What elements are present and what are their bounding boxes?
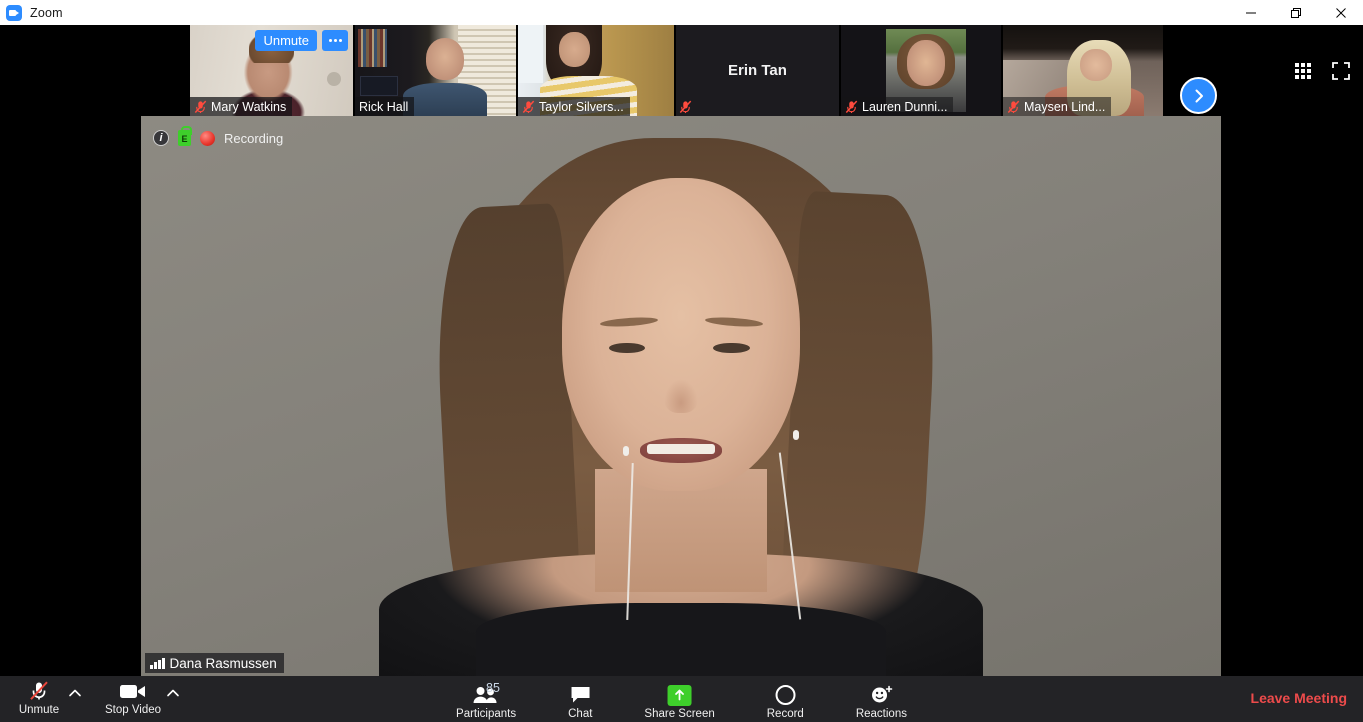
- chevron-up-icon: [69, 689, 81, 697]
- chat-label: Chat: [568, 708, 593, 720]
- chevron-right-icon: [1195, 89, 1203, 102]
- mute-toggle-button[interactable]: Unmute: [10, 676, 68, 716]
- participant-filmstrip: Unmute Mary Watkins Rick Hall Taylor Sil…: [0, 25, 1363, 116]
- window-controls: [1228, 0, 1363, 25]
- participant-tile-lauren-dunning[interactable]: Lauren Dunni...: [841, 25, 1003, 116]
- mic-muted-icon: [522, 100, 535, 113]
- close-button[interactable]: [1318, 0, 1363, 25]
- mic-muted-icon: [1007, 100, 1020, 113]
- participant-name-label: Rick Hall: [355, 97, 415, 116]
- record-dot-icon[interactable]: [200, 130, 215, 146]
- participant-name-text: Mary Watkins: [211, 99, 287, 114]
- mic-muted-icon: [845, 100, 858, 113]
- lock-encrypted-icon[interactable]: E: [178, 126, 192, 146]
- participant-tile-erin-tan[interactable]: Erin Tan: [676, 25, 841, 116]
- zoom-meeting-window: Zoom Unmute Mary Watkins Rick Hall Taylo…: [0, 0, 1363, 722]
- reactions-button[interactable]: Reactions: [856, 680, 907, 720]
- audio-options-caret[interactable]: [68, 685, 86, 703]
- reactions-label: Reactions: [855, 708, 907, 720]
- microphone-muted-icon: [28, 680, 50, 702]
- participants-count: 85: [486, 681, 500, 695]
- main-stage: i E Recording Dana Rasmussen: [0, 116, 1363, 676]
- minimize-button[interactable]: [1228, 0, 1273, 25]
- participant-tile-taylor-silvers[interactable]: Taylor Silvers...: [518, 25, 676, 116]
- chat-button[interactable]: Chat: [568, 680, 592, 720]
- participant-name-text: Taylor Silvers...: [539, 99, 624, 114]
- more-options-button[interactable]: [322, 30, 348, 51]
- participants-button[interactable]: 85 Participants: [456, 680, 516, 720]
- participant-tile-mary-watkins[interactable]: Unmute Mary Watkins: [190, 25, 355, 116]
- record-circle-icon: [775, 684, 796, 706]
- leave-meeting-button[interactable]: Leave Meeting: [1251, 690, 1347, 706]
- grid-view-icon[interactable]: [1295, 63, 1311, 79]
- share-screen-label: Share Screen: [644, 708, 715, 720]
- mute-toggle-label: Unmute: [18, 704, 60, 716]
- tile-hover-actions: Unmute: [255, 30, 348, 51]
- speaker-webcam-image: [141, 116, 1221, 676]
- toolbar-left-group: Unmute Stop Video: [0, 676, 184, 716]
- chevron-up-icon: [167, 689, 179, 697]
- zoom-logo-icon: [6, 4, 22, 21]
- mic-muted-icon: [194, 100, 207, 113]
- participant-name-label: Mary Watkins: [190, 97, 293, 116]
- video-toggle-button[interactable]: Stop Video: [100, 676, 166, 716]
- info-icon[interactable]: i: [153, 130, 169, 146]
- view-controls: [1295, 61, 1351, 81]
- unmute-button[interactable]: Unmute: [255, 30, 317, 51]
- participants-label: Participants: [456, 708, 517, 720]
- share-screen-up-arrow-icon: [667, 684, 692, 706]
- record-label: Record: [766, 708, 804, 720]
- toolbar-center-group: 85 Participants Chat Share Screen Record…: [456, 676, 907, 720]
- participant-name-label: Maysen Lind...: [1003, 97, 1112, 116]
- meeting-toolbar: Unmute Stop Video 85 Participants Chat S…: [0, 676, 1363, 722]
- audio-level-bars-icon: [150, 657, 165, 669]
- encryption-letter: E: [181, 134, 188, 144]
- video-options-caret[interactable]: [166, 685, 184, 703]
- video-camera-icon: [119, 680, 147, 702]
- participant-name-text: Maysen Lind...: [1024, 99, 1106, 114]
- active-speaker-name-text: Dana Rasmussen: [169, 655, 277, 671]
- active-speaker-video[interactable]: i E Recording Dana Rasmussen: [141, 116, 1221, 676]
- participant-name-text: Lauren Dunni...: [862, 99, 948, 114]
- participant-name-text: Rick Hall: [359, 99, 409, 114]
- record-button[interactable]: Record: [767, 680, 804, 720]
- participant-tile-rick-hall[interactable]: Rick Hall: [355, 25, 518, 116]
- meeting-status-overlay: i E Recording: [153, 126, 284, 146]
- participant-name-label: Taylor Silvers...: [518, 97, 630, 116]
- fullscreen-icon[interactable]: [1331, 61, 1351, 81]
- next-page-button[interactable]: [1180, 77, 1217, 114]
- share-screen-button[interactable]: Share Screen: [644, 680, 715, 720]
- title-bar: Zoom: [0, 0, 1363, 25]
- recording-label: Recording: [224, 130, 284, 146]
- maximize-button[interactable]: [1273, 0, 1318, 25]
- video-toggle-label: Stop Video: [104, 704, 162, 716]
- participant-name-centered: Erin Tan: [728, 62, 787, 79]
- mic-muted-icon: [679, 100, 692, 114]
- participant-name-label: Lauren Dunni...: [841, 97, 954, 116]
- chat-bubble-icon: [569, 684, 591, 706]
- reactions-smiley-icon: [869, 684, 893, 706]
- participant-tile-maysen-lindsay[interactable]: Maysen Lind...: [1003, 25, 1165, 116]
- active-speaker-name-label: Dana Rasmussen: [145, 653, 284, 673]
- app-title: Zoom: [30, 5, 63, 20]
